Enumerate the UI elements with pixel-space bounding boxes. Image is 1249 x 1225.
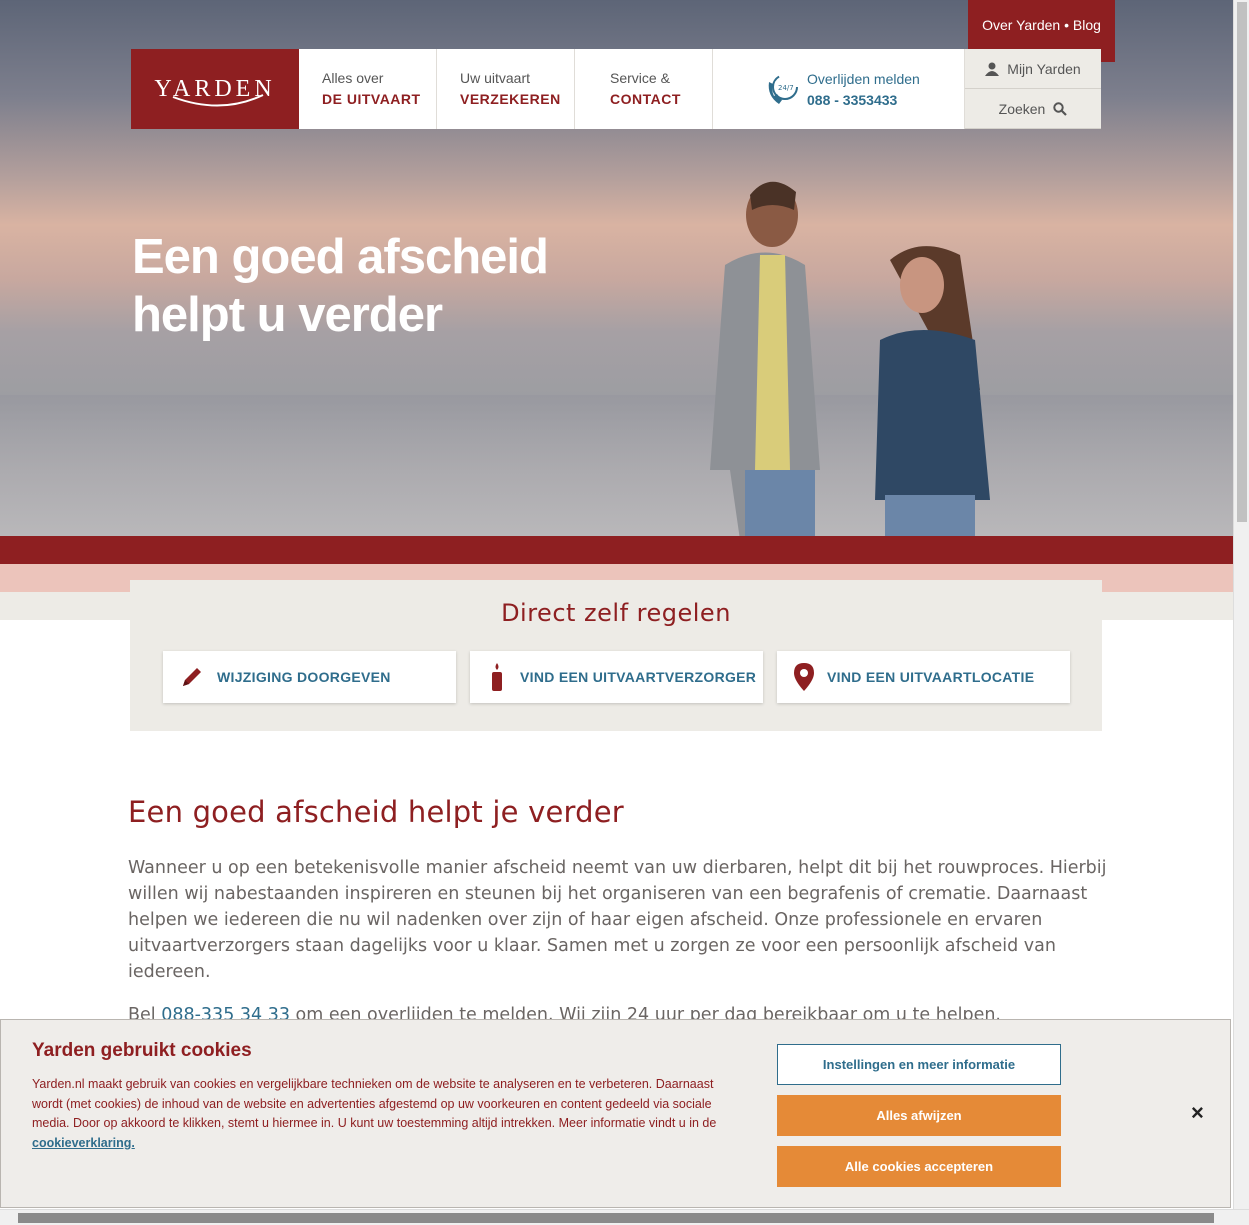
direct-zelf-regelen-panel: Direct zelf regelen WIJZIGING DOORGEVEN … — [130, 580, 1102, 731]
mijn-yarden-label: Mijn Yarden — [1007, 60, 1081, 77]
direct-title: Direct zelf regelen — [501, 599, 731, 627]
cookie-text-body: Yarden.nl maakt gebruik van cookies en v… — [32, 1077, 717, 1130]
nav-item-small: Service & — [610, 70, 670, 86]
hero-woman-figure — [875, 246, 990, 536]
divider-band-red — [0, 536, 1233, 564]
cookie-banner: Yarden gebruikt cookies Yarden.nl maakt … — [0, 1019, 1231, 1208]
cookie-text: Yarden.nl maakt gebruik van cookies en v… — [32, 1075, 747, 1153]
hero-title: Een goed afscheid helpt u verder — [132, 228, 549, 344]
zoeken-button[interactable]: Zoeken — [965, 89, 1101, 129]
search-icon — [1053, 101, 1068, 116]
close-icon[interactable]: × — [1191, 1100, 1204, 1126]
card-label: VIND EEN UITVAARTVERZORGER — [520, 669, 757, 685]
card-label: VIND EEN UITVAARTLOCATIE — [827, 669, 1035, 685]
cookieverklaring-link[interactable]: cookieverklaring. — [32, 1136, 135, 1150]
nav-item-big: VERZEKEREN — [460, 91, 561, 107]
vind-uitvaartlocatie-button[interactable]: VIND EEN UITVAARTLOCATIE — [777, 651, 1070, 703]
horizontal-scrollbar[interactable] — [0, 1209, 1249, 1225]
overlijden-melden-link[interactable]: 24/7 Overlijden melden 088 - 3353433 — [713, 49, 965, 129]
mijn-yarden-button[interactable]: Mijn Yarden — [965, 49, 1101, 89]
nav-item-verzekeren[interactable]: Uw uitvaart VERZEKEREN — [437, 49, 575, 129]
phone-number: 088 - 3353433 — [807, 91, 898, 108]
zoeken-label: Zoeken — [998, 100, 1046, 117]
side-buttons: Mijn Yarden Zoeken — [965, 49, 1101, 129]
card-label: WIJZIGING DOORGEVEN — [217, 669, 391, 685]
svg-text:24/7: 24/7 — [778, 84, 794, 92]
nav-item-small: Uw uitvaart — [460, 70, 531, 86]
hero-man-figure — [710, 181, 820, 536]
horizontal-scrollbar-thumb[interactable] — [18, 1213, 1214, 1223]
nav-item-uitvaart[interactable]: Alles over DE UITVAART — [299, 49, 437, 129]
hero-sea — [0, 395, 1233, 536]
cookie-reject-button[interactable]: Alles afwijzen — [777, 1095, 1061, 1136]
hero-title-line2: helpt u verder — [132, 288, 443, 342]
candle-icon — [492, 663, 502, 691]
cookie-accept-button[interactable]: Alle cookies accepteren — [777, 1146, 1061, 1187]
main-nav: YARDEN Alles over DE UITVAART Uw uitvaar… — [131, 49, 965, 129]
yarden-logo[interactable]: YARDEN — [131, 49, 299, 129]
vind-uitvaartverzorger-button[interactable]: VIND EEN UITVAARTVERZORGER — [470, 651, 763, 703]
logo-swoosh — [172, 94, 264, 107]
user-icon — [985, 62, 1000, 76]
nav-item-small: Alles over — [322, 70, 384, 86]
intro-paragraph: Wanneer u op een betekenisvolle manier a… — [128, 858, 1107, 982]
phone-label: Overlijden melden — [807, 70, 920, 87]
location-pin-icon — [794, 663, 814, 691]
nav-item-contact[interactable]: Service & CONTACT — [575, 49, 713, 129]
nav-item-big: DE UITVAART — [322, 91, 421, 107]
phone-24-7-icon: 24/7 — [768, 74, 798, 104]
nav-item-big: CONTACT — [610, 91, 681, 107]
cookie-title: Yarden gebruikt cookies — [32, 1040, 252, 1061]
pencil-icon — [183, 668, 201, 686]
wijziging-doorgeven-button[interactable]: WIJZIGING DOORGEVEN — [163, 651, 456, 703]
vertical-scrollbar-thumb[interactable] — [1237, 2, 1247, 522]
direct-cards: WIJZIGING DOORGEVEN VIND EEN UITVAARTVER… — [163, 651, 1070, 703]
hero-title-line1: Een goed afscheid — [132, 230, 549, 284]
intro-title: Een goed afscheid helpt je verder — [128, 795, 624, 829]
vertical-scrollbar[interactable] — [1233, 0, 1249, 1209]
cookie-settings-button[interactable]: Instellingen en meer informatie — [777, 1044, 1061, 1085]
